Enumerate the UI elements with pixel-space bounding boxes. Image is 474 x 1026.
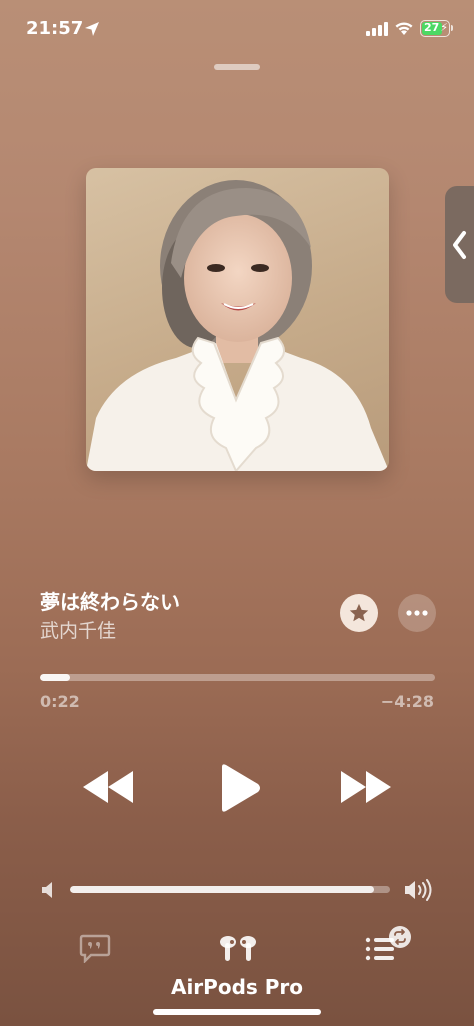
star-icon — [349, 603, 369, 622]
battery-charging-icon: 27 ⚡ — [420, 20, 450, 37]
battery-tip — [451, 25, 453, 31]
side-panel-handle[interactable] — [445, 186, 474, 303]
location-arrow-icon — [85, 22, 99, 36]
chevron-left-icon — [453, 231, 466, 259]
sheet-grabber[interactable] — [214, 64, 260, 70]
remaining-time: −4:28 — [380, 692, 434, 711]
artwork-portrait-image — [86, 180, 389, 471]
favorite-button[interactable] — [340, 594, 378, 632]
play-button[interactable] — [216, 763, 262, 813]
bolt-icon: ⚡ — [440, 21, 448, 34]
wifi-icon — [395, 22, 413, 35]
signal-bars-icon — [366, 22, 388, 36]
song-artist[interactable]: 武内千佳 — [40, 616, 116, 643]
home-indicator — [153, 1009, 321, 1015]
album-artwork[interactable] — [86, 168, 389, 471]
previous-track-button[interactable] — [82, 768, 134, 806]
queue-button[interactable] — [362, 925, 412, 965]
progress-fill — [40, 674, 70, 681]
speaker-high-icon — [405, 879, 432, 901]
battery-level: 27 — [424, 21, 440, 34]
speaker-low-icon — [42, 882, 52, 898]
output-device-label[interactable]: AirPods Pro — [0, 975, 474, 999]
playback-progress-slider[interactable] — [40, 674, 435, 681]
airpods-icon[interactable] — [218, 933, 258, 965]
volume-fill — [70, 886, 374, 893]
elapsed-time: 0:22 — [40, 692, 80, 711]
volume-slider[interactable] — [70, 886, 390, 893]
repeat-badge — [389, 926, 411, 948]
next-track-button[interactable] — [340, 768, 392, 806]
more-button[interactable] — [398, 594, 436, 632]
song-title: 夢は終わらない — [40, 590, 180, 614]
ellipsis-icon — [406, 610, 428, 616]
status-time: 21:57 — [26, 18, 84, 39]
lyrics-button[interactable] — [79, 933, 111, 963]
